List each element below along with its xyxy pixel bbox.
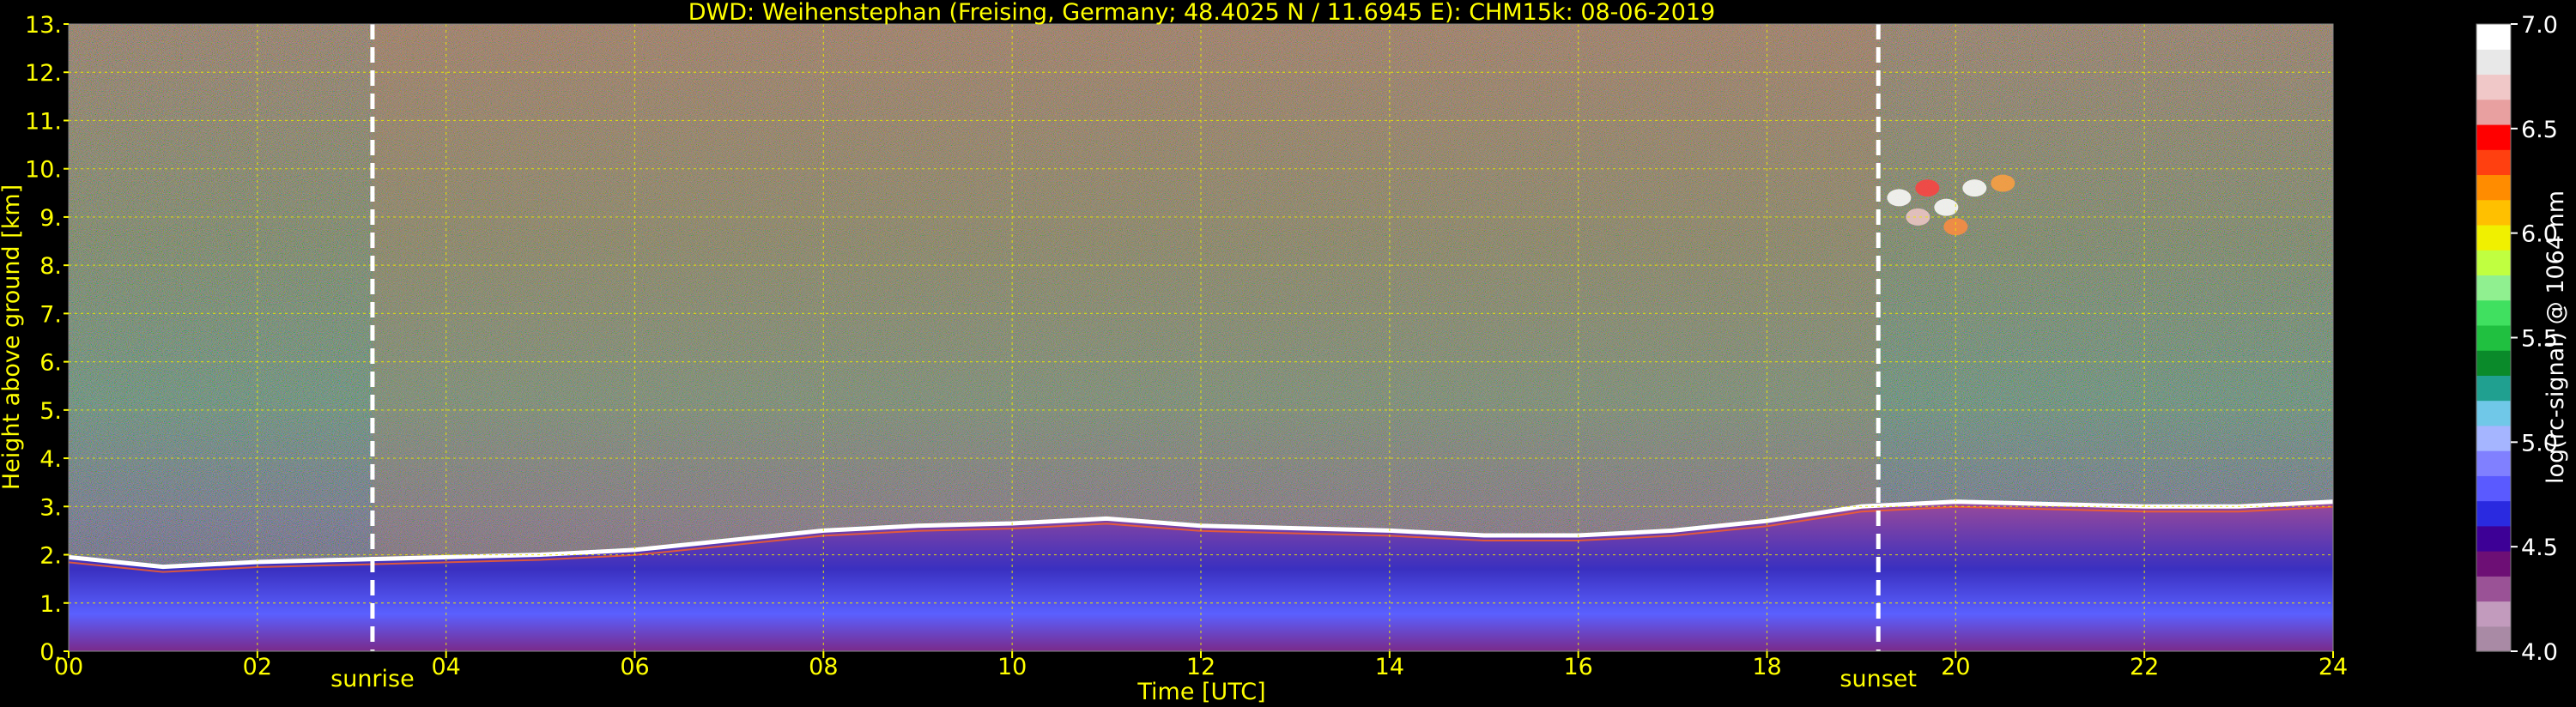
sun-event-labels: sunrise sunset xyxy=(330,666,1917,692)
y-tick-label: 11. xyxy=(25,108,62,135)
y-tick-label: 9. xyxy=(39,205,62,232)
colorbar-segment xyxy=(2476,24,2511,50)
y-tick-label: 1. xyxy=(39,591,62,618)
colorbar-segment xyxy=(2476,275,2511,301)
y-tick-label: 6. xyxy=(39,350,62,377)
backscatter-chart: DWD: Weihenstephan (Freising, Germany; 4… xyxy=(0,0,2569,705)
sunset-label: sunset xyxy=(1840,666,1917,692)
x-tick-label: 16 xyxy=(1563,654,1592,680)
colorbar-tick-label: 6.5 xyxy=(2521,117,2558,143)
colorbar-segment xyxy=(2476,99,2511,125)
y-axis-label: Height above ground [km] xyxy=(0,184,25,490)
y-tick-label: 8. xyxy=(39,253,62,280)
colorbar-segment xyxy=(2476,74,2511,100)
y-tick-label: 3. xyxy=(39,494,62,521)
x-tick-label: 20 xyxy=(1941,654,1970,680)
y-tick-label: 5. xyxy=(39,398,62,425)
colorbar-segment xyxy=(2476,551,2511,577)
colorbar-segment xyxy=(2476,475,2511,502)
colorbar-segment xyxy=(2476,149,2511,176)
colorbar-segment xyxy=(2476,375,2511,402)
colorbar-segment xyxy=(2476,199,2511,226)
y-tick-label: 0. xyxy=(39,639,62,666)
y-tick-label: 7. xyxy=(39,301,62,328)
colorbar-segment xyxy=(2476,601,2511,627)
plot-area xyxy=(69,24,2333,651)
colorbar-segment xyxy=(2476,400,2511,426)
colorbar-segment xyxy=(2476,124,2511,150)
x-tick-label: 08 xyxy=(809,654,838,680)
colorbar-segment xyxy=(2476,425,2511,451)
colorbar-segment xyxy=(2476,49,2511,76)
y-tick-label: 13. xyxy=(25,12,62,39)
x-tick-label: 18 xyxy=(1752,654,1781,680)
x-tick-label: 12 xyxy=(1186,654,1215,680)
colorbar-tick-label: 7.0 xyxy=(2521,12,2558,39)
colorbar-segment xyxy=(2476,500,2511,527)
colorbar-segment xyxy=(2476,576,2511,602)
cirrus-blob xyxy=(1962,179,1987,197)
y-tick-label: 10. xyxy=(25,157,62,184)
colorbar-segment xyxy=(2476,250,2511,275)
cirrus-blob xyxy=(1915,179,1940,197)
sunrise-label: sunrise xyxy=(330,666,415,692)
x-tick-label: 22 xyxy=(2130,654,2159,680)
colorbar xyxy=(2476,23,2512,652)
chart-title: DWD: Weihenstephan (Freising, Germany; 4… xyxy=(688,0,1716,26)
y-tick-label: 2. xyxy=(39,543,62,570)
colorbar-segment xyxy=(2476,174,2511,201)
x-tick-label: 06 xyxy=(620,654,649,680)
x-tick-label: 10 xyxy=(997,654,1027,680)
y-tick-label: 4. xyxy=(39,446,62,473)
colorbar-tick-label: 4.5 xyxy=(2521,535,2558,561)
cirrus-blob xyxy=(1991,174,2015,192)
cirrus-blob xyxy=(1943,218,1968,236)
x-tick-label: 02 xyxy=(243,654,272,680)
x-tick-label: 14 xyxy=(1375,654,1404,680)
colorbar-segment xyxy=(2476,299,2511,326)
x-axis-label: Time [UTC] xyxy=(1136,679,1265,705)
colorbar-label: log(rc-signal) @ 1064 nm xyxy=(2543,190,2569,484)
y-axis-ticks: 0. 1. 2. 3. 4. 5. 6. 7. 8. 9. 10. 11. 12. 13. xyxy=(25,12,69,666)
x-tick-label: 24 xyxy=(2318,654,2348,680)
colorbar-segment xyxy=(2476,324,2511,351)
cirrus-blob xyxy=(1887,189,1912,207)
colorbar-segment xyxy=(2476,625,2511,652)
cirrus-blob xyxy=(1934,198,1959,216)
colorbar-tick-label: 4.0 xyxy=(2521,639,2558,666)
colorbar-segment xyxy=(2476,224,2511,251)
x-tick-label: 04 xyxy=(431,654,460,680)
colorbar-segment xyxy=(2476,350,2511,376)
colorbar-segment xyxy=(2476,450,2511,476)
y-tick-label: 12. xyxy=(25,60,62,87)
colorbar-segment xyxy=(2476,525,2511,552)
